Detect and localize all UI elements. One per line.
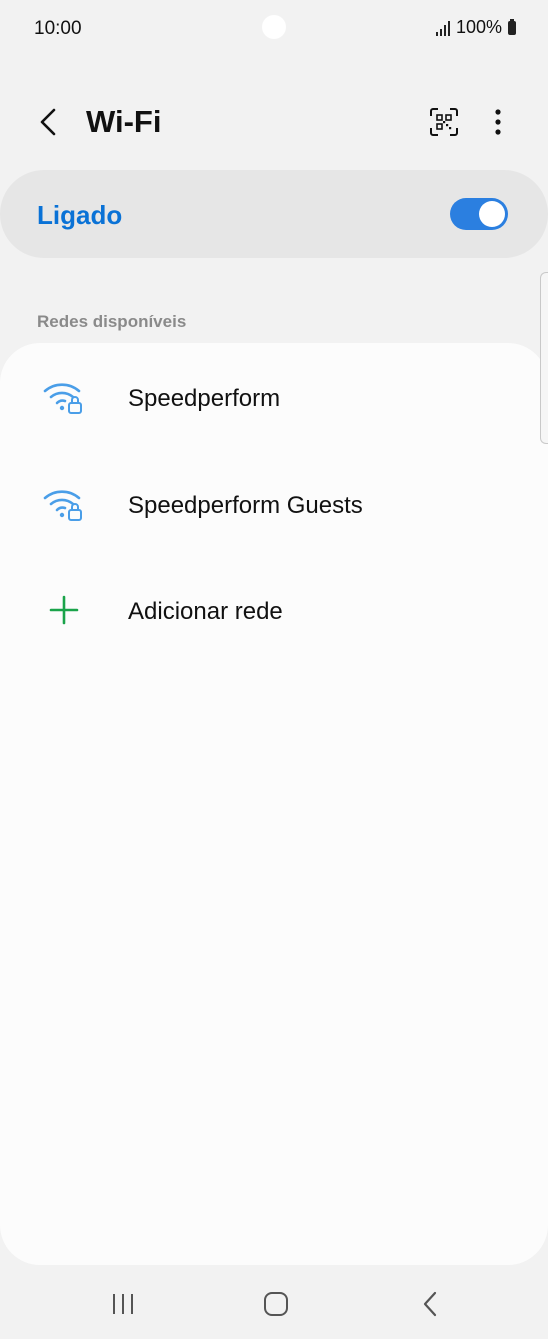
camera-cutout [262,15,286,39]
recent-apps-button[interactable] [99,1284,147,1324]
status-bar: 10:00 100% [0,0,548,58]
plus-icon [42,590,86,630]
back-arrow-icon [423,1291,437,1317]
wifi-switch[interactable] [450,198,508,230]
network-item-speedperform[interactable]: Speedperform [0,347,548,447]
qr-scan-button[interactable] [424,102,464,142]
add-network-label: Adicionar rede [128,598,283,625]
networks-list: Speedperform Speedperform Guests Adicion… [0,343,548,1265]
back-button[interactable] [28,102,68,142]
back-nav-button[interactable] [406,1284,454,1324]
chevron-left-icon [40,108,56,136]
switch-knob [479,201,505,227]
wifi-secure-icon [42,484,86,524]
home-button[interactable] [252,1284,300,1324]
network-name: Speedperform [128,385,281,412]
app-header: Wi-Fi [0,90,548,154]
signal-strength-icon [435,20,450,36]
page-title: Wi-Fi [86,104,162,139]
add-network-button[interactable]: Adicionar rede [0,560,548,660]
network-item-speedperform-guests[interactable]: Speedperform Guests [0,454,548,554]
qr-code-icon [430,108,458,136]
wifi-secure-icon [42,377,86,417]
master-toggle-label: Ligado [37,200,123,230]
more-vertical-icon [495,109,501,135]
recent-apps-icon [113,1294,133,1314]
system-nav-bar [0,1270,548,1339]
scrollbar[interactable] [540,272,548,444]
status-time: 10:00 [34,18,82,39]
network-name: Speedperform Guests [128,492,363,519]
status-indicators: 100% [435,17,516,38]
more-options-button[interactable] [478,102,518,142]
battery-percentage: 100% [455,17,502,37]
home-icon [264,1292,288,1316]
wifi-master-toggle[interactable]: Ligado [0,170,548,258]
battery-icon [508,18,516,35]
available-networks-header: Redes disponíveis [37,312,187,331]
